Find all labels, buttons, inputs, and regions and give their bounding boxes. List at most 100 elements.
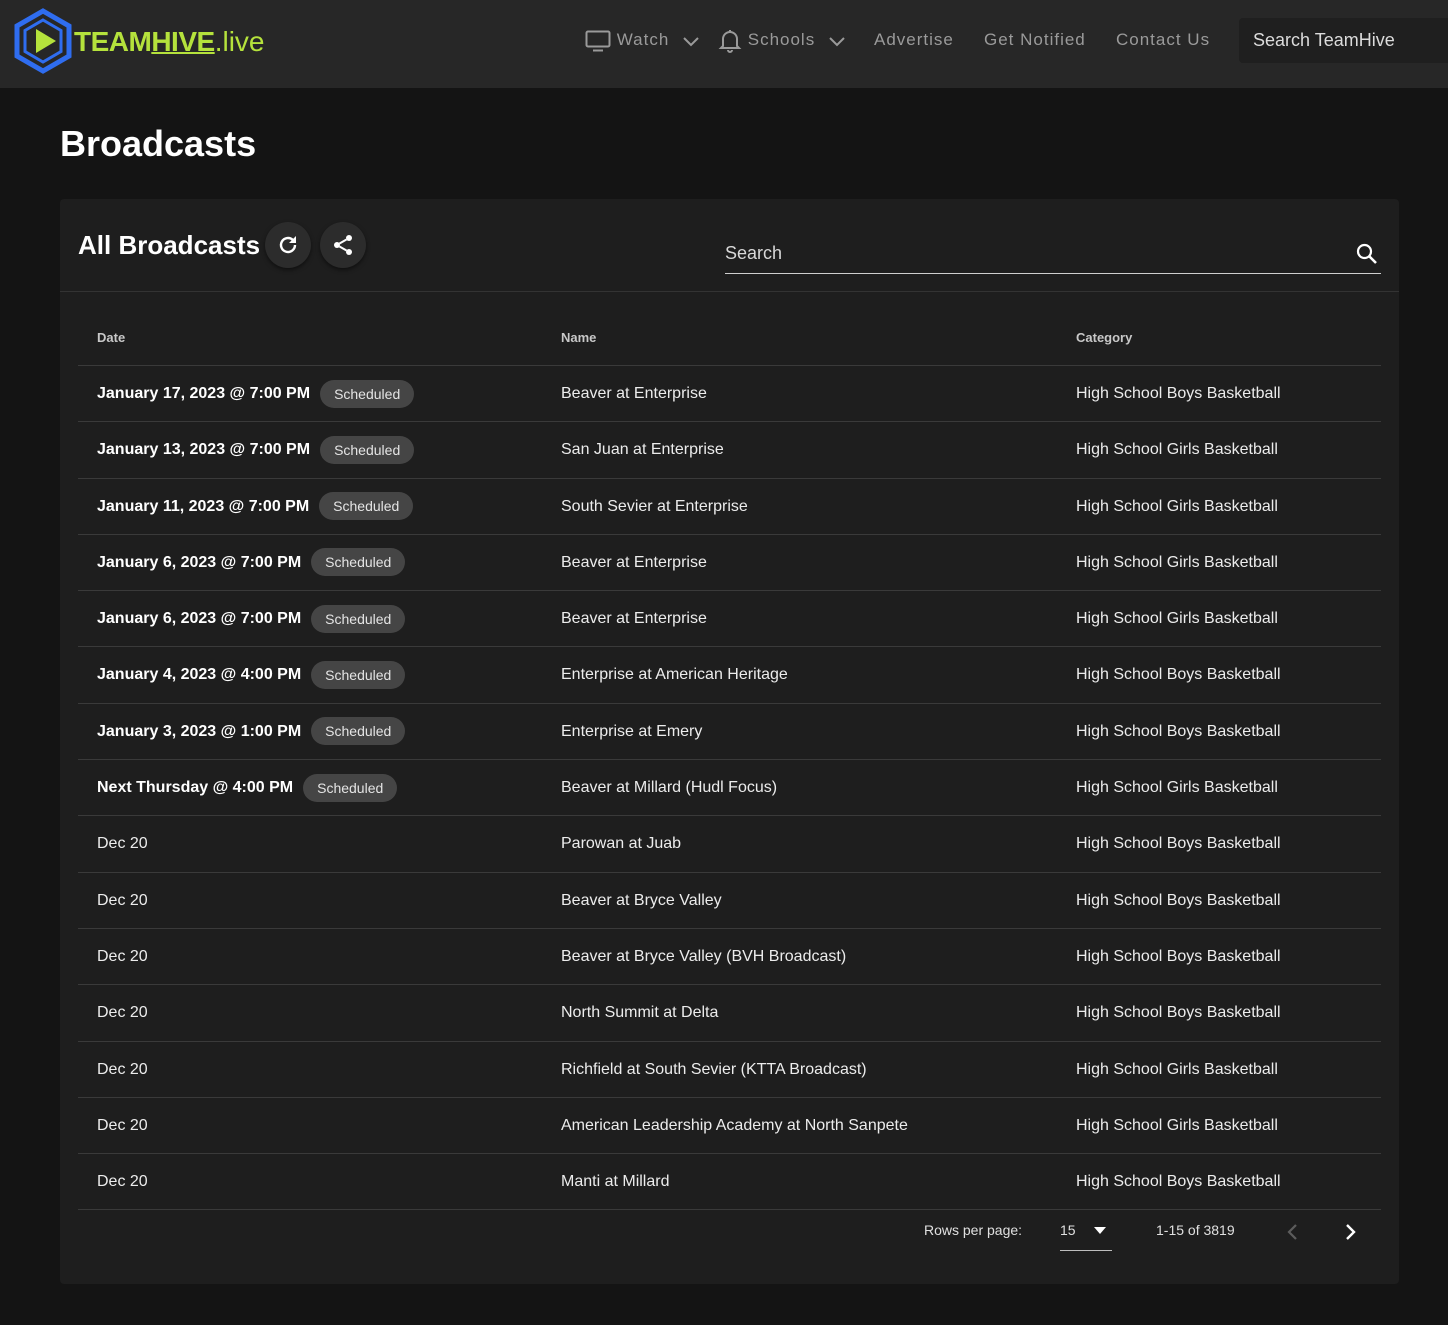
brand-wordmark[interactable]: TEAMHIVE.live (74, 22, 264, 62)
date-text: Dec 20 (97, 1060, 148, 1078)
column-header-date[interactable]: Date (97, 330, 125, 345)
cell-date: January 13, 2023 @ 7:00 PM Scheduled (97, 422, 415, 477)
cell-name: Beaver at Millard (Hudl Focus) (561, 779, 778, 797)
cell-name: Beaver at Bryce Valley (BVH Broadcast) (561, 947, 847, 965)
table-row[interactable]: January 17, 2023 @ 7:00 PM Scheduled Beave… (78, 366, 1381, 423)
cell-date: Dec 20 (97, 873, 148, 928)
cell-name: North Summit at Delta (561, 1004, 719, 1022)
cell-category: High School Girls Basketball (1076, 610, 1278, 628)
nav-get-notified[interactable]: Get Notified (984, 24, 1086, 56)
cell-name: Beaver at Bryce Valley (561, 891, 722, 909)
date-text: Dec 20 (97, 1116, 148, 1134)
table-row[interactable]: January 3, 2023 @ 1:00 PM Scheduled Enterp… (78, 704, 1381, 761)
status-badge: Scheduled (320, 435, 415, 464)
cell-name: San Juan at Enterprise (561, 441, 724, 459)
table-row[interactable]: Dec 20 Beaver at Bryce Valley (BVH Broadc… (78, 929, 1381, 986)
brand-name-part1: TEAM (74, 26, 152, 57)
cell-category: High School Girls Basketball (1076, 779, 1278, 797)
cell-name: Beaver at Enterprise (561, 610, 707, 628)
broadcasts-card: All Broadcasts Search Date Name Category… (60, 199, 1399, 1284)
search-icon[interactable] (1355, 242, 1379, 266)
previous-page-button[interactable] (1278, 1217, 1308, 1247)
brand-name-part2: HIVE (151, 26, 215, 57)
nav-schools-label: Schools (747, 30, 816, 49)
date-text: January 17, 2023 @ 7:00 PM (97, 385, 311, 402)
table-row[interactable]: January 4, 2023 @ 4:00 PM Scheduled Enterp… (78, 647, 1381, 704)
cell-date: January 4, 2023 @ 4:00 PM Scheduled (97, 647, 406, 702)
bell-icon (718, 29, 742, 53)
rows-per-page-label: Rows per page: (924, 1222, 1023, 1238)
cell-category: High School Boys Basketball (1076, 835, 1281, 853)
pagination-range: 1-15 of 3819 (1156, 1222, 1235, 1238)
status-badge: Scheduled (311, 717, 406, 746)
table-row[interactable]: January 13, 2023 @ 7:00 PM Scheduled San J… (78, 422, 1381, 479)
chevron-right-icon (1346, 1224, 1356, 1240)
date-text: Dec 20 (97, 947, 148, 965)
table-row[interactable]: Dec 20 Parowan at Juab High School Boys Ba… (78, 816, 1381, 873)
cell-date: Dec 20 (97, 985, 148, 1040)
table-row[interactable]: Dec 20 North Summit at Delta High School B… (78, 985, 1381, 1042)
table-row[interactable]: Dec 20 Beaver at Bryce Valley High School … (78, 873, 1381, 929)
refresh-button[interactable] (265, 222, 311, 268)
table-row[interactable]: January 11, 2023 @ 7:00 PM Scheduled South… (78, 479, 1381, 535)
table-row[interactable]: January 6, 2023 @ 7:00 PM Scheduled Beaver… (78, 535, 1381, 592)
status-badge: Scheduled (320, 379, 415, 408)
date-text: January 3, 2023 @ 1:00 PM (97, 722, 302, 740)
page-title: Broadcasts (60, 123, 257, 164)
cell-name: Beaver at Enterprise (561, 385, 707, 402)
broadcasts-table: Date Name Category January 17, 2023 @ 7:… (78, 311, 1381, 1211)
chevron-down-icon (829, 36, 845, 46)
table-pagination: Rows per page: 15 1-15 of 3819 (78, 1199, 1381, 1259)
rows-per-page-select[interactable]: 15 (1060, 1214, 1112, 1251)
caret-down-icon (1094, 1227, 1106, 1234)
cell-date: January 17, 2023 @ 7:00 PM Scheduled (97, 366, 415, 421)
date-text: Next Thursday @ 4:00 PM (97, 779, 294, 797)
global-search-input[interactable]: Search TeamHive (1239, 18, 1448, 63)
cell-date: Dec 20 (97, 816, 148, 871)
cell-category: High School Girls Basketball (1076, 1060, 1278, 1078)
chevron-left-icon (1287, 1224, 1297, 1240)
table-body: January 17, 2023 @ 7:00 PM Scheduled Beave… (78, 366, 1381, 1211)
nav-watch[interactable]: Watch (585, 24, 701, 56)
nav-advertise[interactable]: Advertise (874, 24, 954, 56)
brand-tld: .live (214, 26, 265, 57)
date-text: Dec 20 (97, 1004, 148, 1022)
nav-schools[interactable]: Schools (718, 24, 847, 56)
refresh-icon (279, 236, 297, 254)
date-text: January 6, 2023 @ 7:00 PM (97, 610, 302, 628)
table-row[interactable]: Next Thursday @ 4:00 PM Scheduled Beaver a… (78, 760, 1381, 817)
table-row[interactable]: January 6, 2023 @ 7:00 PM Scheduled Beaver… (78, 591, 1381, 648)
table-header-row: Date Name Category (78, 311, 1381, 366)
table-row[interactable]: Dec 20 Richfield at South Sevier (KTTA Br… (78, 1042, 1381, 1098)
cell-name: American Leadership Academy at North San… (561, 1116, 908, 1134)
card-title: All Broadcasts (78, 230, 261, 260)
top-navbar: TEAMHIVE.live Watch Schools Advertise Ge… (0, 0, 1448, 88)
cell-category: High School Girls Basketball (1076, 497, 1278, 515)
cell-category: High School Boys Basketball (1076, 891, 1281, 909)
status-badge: Scheduled (311, 660, 406, 689)
cell-category: High School Boys Basketball (1076, 666, 1281, 684)
cell-date: Next Thursday @ 4:00 PM Scheduled (97, 760, 398, 815)
table-search-input[interactable]: Search (725, 237, 1381, 274)
cell-category: High School Girls Basketball (1076, 1116, 1278, 1134)
nav-watch-label: Watch (616, 30, 670, 49)
status-badge: Scheduled (303, 773, 398, 802)
cell-category: High School Boys Basketball (1076, 1004, 1281, 1022)
share-icon (334, 235, 352, 255)
status-badge: Scheduled (311, 604, 406, 633)
share-button[interactable] (320, 222, 366, 268)
cell-name: South Sevier at Enterprise (561, 497, 748, 515)
table-row[interactable]: Dec 20 American Leadership Academy at Nor… (78, 1098, 1381, 1155)
nav-contact-us[interactable]: Contact Us (1116, 24, 1210, 56)
chevron-down-icon (683, 36, 699, 46)
cell-category: High School Boys Basketball (1076, 722, 1281, 740)
column-header-name[interactable]: Name (561, 330, 596, 345)
cell-date: Dec 20 (97, 929, 148, 984)
next-page-button[interactable] (1335, 1217, 1365, 1247)
cell-date: Dec 20 (97, 1098, 148, 1153)
cell-category: High School Boys Basketball (1076, 385, 1281, 402)
status-badge: Scheduled (311, 548, 406, 577)
column-header-category[interactable]: Category (1076, 330, 1132, 345)
teamhive-logo-icon[interactable] (12, 8, 74, 74)
rows-per-page-value: 15 (1060, 1222, 1076, 1238)
